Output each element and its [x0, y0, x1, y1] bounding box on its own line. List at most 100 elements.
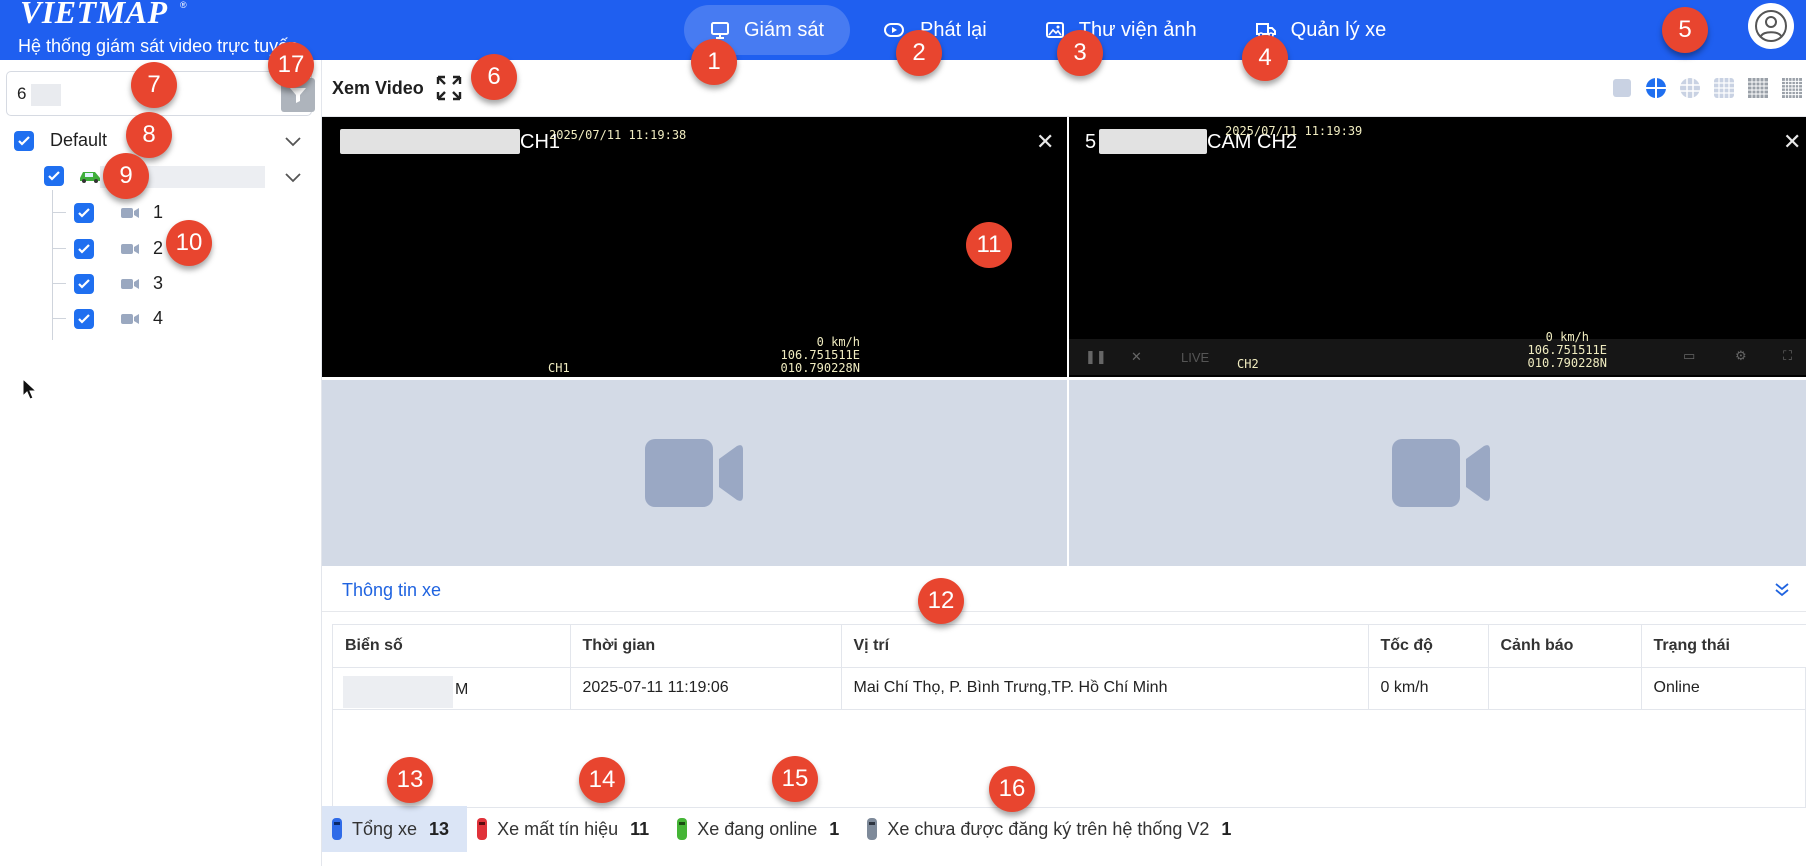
video-latitude: 010.790228N	[780, 361, 860, 375]
camera-icon	[121, 243, 139, 254]
group-checkbox[interactable]	[14, 130, 34, 151]
col-speed[interactable]: Tốc độ	[1368, 625, 1489, 668]
info-panel-title: Thông tin xe	[342, 580, 442, 600]
double-chevron-down-icon[interactable]	[1774, 582, 1790, 598]
layout-1x1-button[interactable]	[1612, 77, 1632, 99]
stat-online[interactable]: Xe đang online 1	[667, 806, 857, 852]
cell-speed: 0 km/h	[1368, 667, 1489, 710]
info-panel-header[interactable]: Thông tin xe	[322, 566, 1806, 612]
layout-4-icon	[1646, 78, 1666, 98]
stat-lost-label: Xe mất tín hiệu	[497, 818, 619, 839]
check-icon	[18, 135, 30, 146]
fullscreen-small-icon[interactable]: ⛶	[1783, 348, 1792, 364]
car-top-icon	[332, 818, 342, 840]
stat-unregistered[interactable]: Xe chưa được đăng ký trên hệ thống V2 1	[857, 806, 1249, 852]
video-latitude: 010.790228N	[1527, 356, 1607, 370]
layout-2x2-button[interactable]	[1646, 77, 1666, 99]
stat-lost-signal[interactable]: Xe mất tín hiệu 11	[467, 806, 667, 852]
channel-checkbox[interactable]	[74, 202, 94, 223]
main-content: Xem Video CH1 2025/07/11 11:19:38 ✕ 0 km…	[322, 60, 1806, 866]
video-tile-ch2[interactable]: 5 CAM CH2 2025/07/11 11:19:39 ✕ ❚❚ ✕ LIV…	[1069, 117, 1806, 377]
tree-channel[interactable]: 4	[74, 308, 163, 329]
pause-icon[interactable]: ❚❚	[1085, 349, 1107, 365]
channel-label: 4	[153, 308, 164, 328]
logo-mark: ®	[180, 0, 187, 10]
col-time[interactable]: Thời gian	[570, 625, 842, 668]
layout-6x6-button[interactable]	[1782, 77, 1802, 99]
pip-icon[interactable]: ▭	[1683, 348, 1695, 364]
tree-connector	[52, 212, 66, 213]
video-channel-label: CH1	[548, 361, 570, 375]
layout-3x3-button[interactable]	[1680, 77, 1700, 99]
redacted-plate	[1099, 129, 1207, 154]
stat-online-count: 1	[829, 818, 840, 839]
table-row[interactable]: M 2025-07-11 11:19:06 Mai Chí Thọ, P. Bì…	[333, 667, 1806, 710]
chevron-down-icon[interactable]	[285, 173, 301, 183]
user-icon	[1755, 10, 1787, 42]
annotation-badge: 5	[1662, 7, 1708, 53]
channel-checkbox[interactable]	[74, 273, 94, 294]
tree-channel[interactable]: 1	[74, 202, 163, 223]
tree-connector	[52, 318, 66, 319]
video-tile-empty[interactable]	[1069, 380, 1806, 566]
tree-vehicle[interactable]	[44, 166, 102, 186]
annotation-badge: 10	[166, 220, 212, 266]
layout-16-icon	[1714, 78, 1734, 98]
annotation-badge: 8	[126, 112, 172, 158]
car-top-icon	[867, 818, 878, 840]
video-tile-empty[interactable]	[322, 380, 1067, 566]
layout-4x4-button[interactable]	[1714, 77, 1734, 99]
camera-icon	[121, 313, 139, 324]
close-icon[interactable]: ✕	[1783, 131, 1801, 153]
filter-icon	[290, 88, 306, 103]
tree-channel[interactable]: 3	[74, 273, 163, 294]
table-header-row: Biển số Thời gian Vị trí Tốc độ Cảnh báo…	[333, 625, 1806, 668]
close-icon[interactable]: ✕	[1036, 131, 1054, 153]
chevron-down-icon[interactable]	[285, 137, 301, 147]
monitor-icon	[711, 22, 729, 39]
video-camera-icon	[644, 439, 743, 507]
cell-warning	[1488, 667, 1642, 710]
check-icon	[78, 207, 90, 218]
car-icon	[80, 172, 100, 183]
stat-unregistered-label: Xe chưa được đăng ký trên hệ thống V2	[887, 818, 1210, 839]
nav-vehicles-label: Quản lý xe	[1290, 18, 1387, 41]
video-channel-label: CH2	[1237, 357, 1259, 371]
fullscreen-icon[interactable]	[436, 75, 462, 101]
stat-total[interactable]: Tổng xe 13	[322, 806, 468, 852]
layout-5x5-button[interactable]	[1748, 77, 1768, 99]
annotation-badge: 3	[1057, 30, 1103, 76]
channel-label: 3	[153, 273, 164, 293]
annotation-badge: 9	[103, 153, 149, 199]
col-warning[interactable]: Cảnh báo	[1488, 625, 1642, 668]
live-label: LIVE	[1181, 350, 1210, 365]
layout-25-icon	[1748, 78, 1768, 98]
page-title: Xem Video	[332, 78, 424, 98]
stat-total-count: 13	[429, 818, 450, 839]
video-grid: CH1 2025/07/11 11:19:38 ✕ 0 km/h 106.751…	[322, 117, 1806, 566]
mute-icon[interactable]: ✕	[1131, 349, 1142, 365]
vehicle-sidebar: Default 1 2 3	[0, 60, 322, 866]
tree-group-default[interactable]: Default	[14, 130, 107, 151]
tree-channel[interactable]: 2	[74, 238, 163, 259]
settings-icon[interactable]: ⚙	[1735, 348, 1747, 364]
main-nav: Giám sát Phát lại Thư viện ảnh Quản lý x…	[684, 0, 1418, 60]
annotation-badge: 17	[268, 42, 314, 88]
nav-gallery[interactable]: Thư viện ảnh	[1019, 5, 1223, 55]
stat-total-label: Tổng xe	[352, 818, 418, 839]
video-camera-icon	[1391, 439, 1490, 507]
vehicle-checkbox[interactable]	[44, 166, 64, 186]
app-root: VIETMAP ® Hệ thống giám sát video trực t…	[0, 0, 1806, 866]
channel-checkbox[interactable]	[74, 308, 94, 329]
cell-plate: M	[333, 667, 571, 710]
user-account-button[interactable]	[1748, 3, 1794, 49]
cell-time: 2025-07-11 11:19:06	[570, 667, 842, 710]
col-status[interactable]: Trạng thái	[1641, 625, 1806, 668]
channel-checkbox[interactable]	[74, 238, 94, 259]
col-plate[interactable]: Biển số	[333, 625, 571, 668]
channel-label: 1	[153, 202, 164, 222]
tree-connector	[52, 283, 66, 284]
col-location[interactable]: Vị trí	[841, 625, 1369, 668]
video-tile-ch1[interactable]: CH1 2025/07/11 11:19:38 ✕ 0 km/h 106.751…	[322, 117, 1067, 377]
check-icon	[78, 243, 90, 254]
